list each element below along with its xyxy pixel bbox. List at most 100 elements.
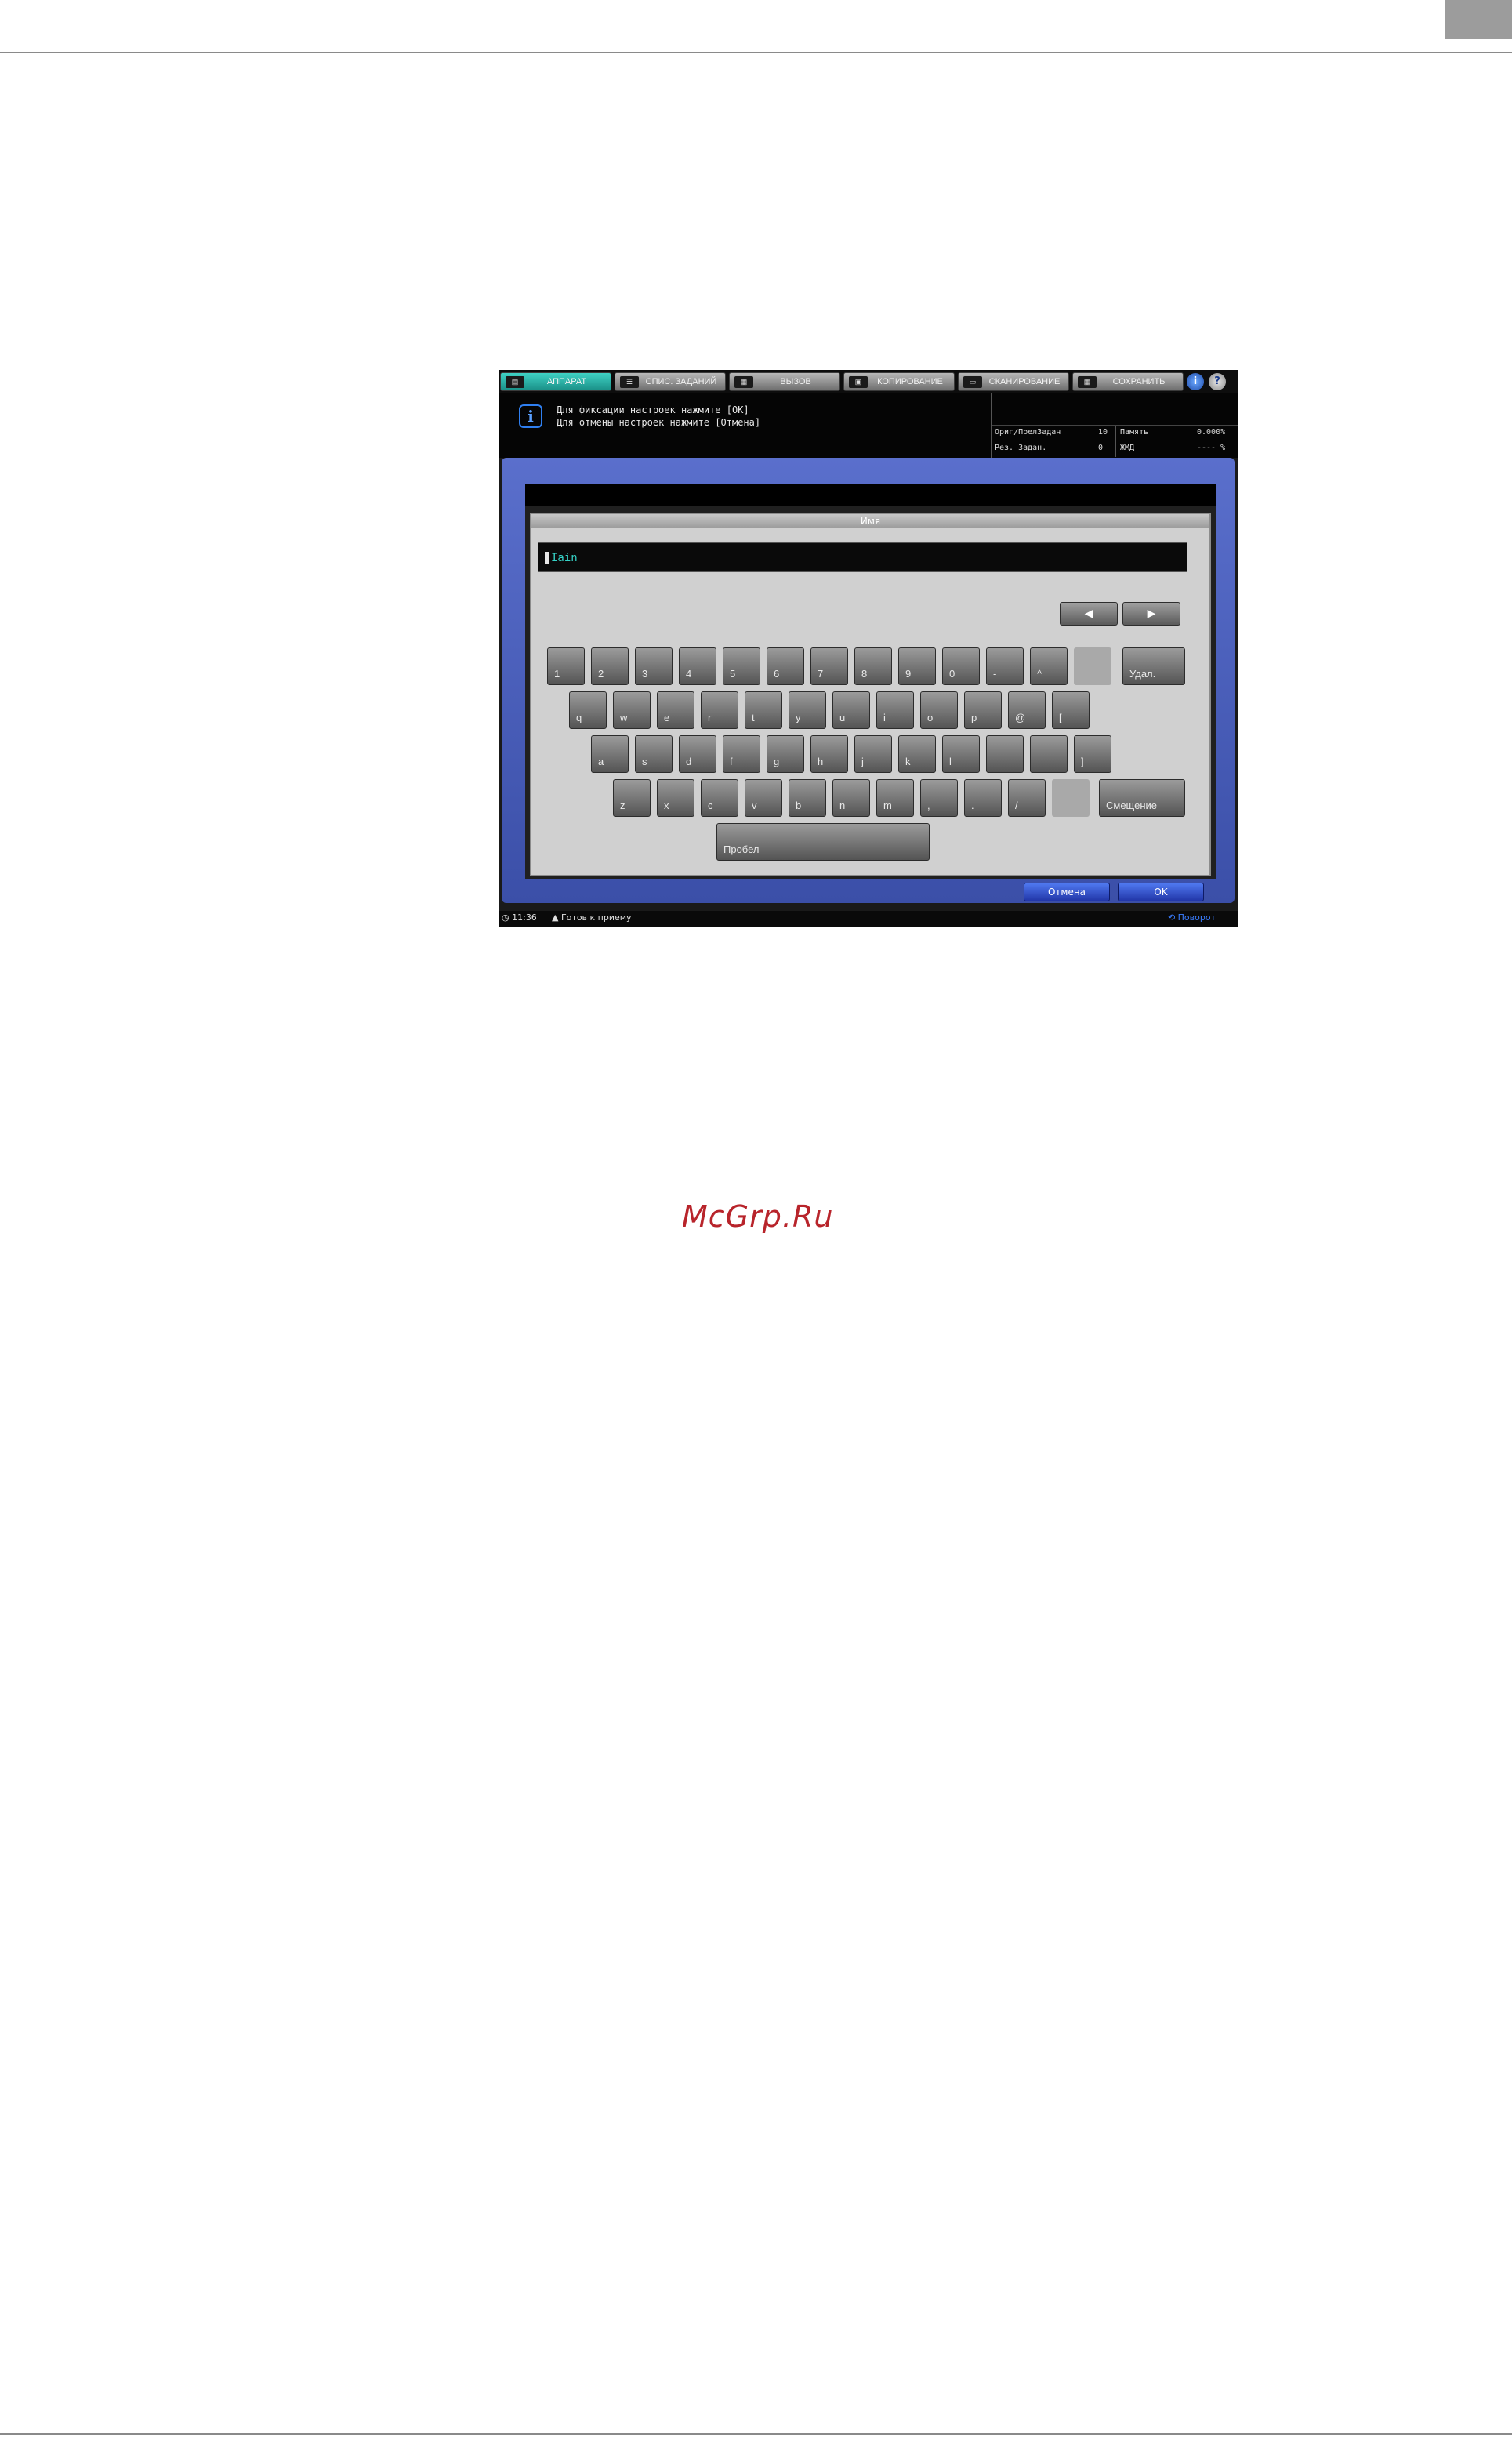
tab-job-list[interactable]: ☰ СПИС. ЗАДАНИЙ [615,372,726,391]
tab-label: СПИС. ЗАДАНИЙ [645,377,717,386]
tab-label: ВЫЗОВ [780,377,811,386]
key-d[interactable]: d [679,735,716,773]
copy-icon: ▣ [849,376,868,388]
key-label: j [861,756,864,767]
key-bracket-right[interactable]: ] [1074,735,1111,773]
key-bracket-left[interactable]: [ [1052,691,1090,729]
key-w[interactable]: w [613,691,651,729]
key-9[interactable]: 9 [898,647,936,685]
key-f[interactable]: f [723,735,760,773]
tab-machine[interactable]: ▤ АППАРАТ [500,372,611,391]
key-b[interactable]: b [789,779,826,817]
top-rule [0,52,1512,53]
space-key[interactable]: Пробел [716,823,930,861]
recall-icon: ▦ [734,376,753,388]
key-k[interactable]: k [898,735,936,773]
key-minus[interactable]: - [986,647,1024,685]
key-q[interactable]: q [569,691,607,729]
key-z[interactable]: z [613,779,651,817]
key-label: 4 [686,668,692,680]
key-unlabeled[interactable] [1030,735,1068,773]
message-panel: i Для фиксации настроек нажмите [OK] Для… [499,393,1238,458]
dialog-frame: Имя Iain ◀ ▶ 1 2 3 4 5 6 7 8 9 0 - ^ Уда… [502,458,1235,903]
key-v[interactable]: v [745,779,782,817]
key-e[interactable]: e [657,691,694,729]
key-period[interactable]: . [964,779,1002,817]
key-s[interactable]: s [635,735,673,773]
dialog-title: Имя [531,514,1209,528]
tab-scan[interactable]: ▭ СКАНИРОВАНИЕ [958,372,1069,391]
device-screen: ▤ АППАРАТ ☰ СПИС. ЗАДАНИЙ ▦ ВЫЗОВ ▣ КОПИ… [499,370,1238,927]
key-label: 6 [774,668,780,680]
key-label: 2 [598,668,604,680]
status-row-1: Ориг/ПрелЗадан 10 Память 0.000% [992,425,1238,441]
cancel-button[interactable]: Отмена [1024,883,1110,901]
key-label: 0 [949,668,955,680]
key-at[interactable]: @ [1008,691,1046,729]
cursor-left-button[interactable]: ◀ [1060,602,1118,626]
name-entry-dialog: Имя Iain ◀ ▶ 1 2 3 4 5 6 7 8 9 0 - ^ Уда… [530,513,1211,876]
key-label: e [664,712,670,723]
key-caret[interactable]: ^ [1030,647,1068,685]
tab-copy[interactable]: ▣ КОПИРОВАНИЕ [843,372,955,391]
tab-recall[interactable]: ▦ ВЫЗОВ [729,372,840,391]
key-t[interactable]: t [745,691,782,729]
key-x[interactable]: x [657,779,694,817]
key-0[interactable]: 0 [942,647,980,685]
key-blank [1074,647,1111,685]
key-p[interactable]: p [964,691,1002,729]
key-m[interactable]: m [876,779,914,817]
ok-button[interactable]: OK [1118,883,1204,901]
key-8[interactable]: 8 [854,647,892,685]
hdd-value: ---- % [1197,444,1226,452]
cursor-right-button[interactable]: ▶ [1122,602,1180,626]
name-input[interactable]: Iain [538,542,1187,572]
key-i[interactable]: i [876,691,914,729]
key-j[interactable]: j [854,735,892,773]
key-4[interactable]: 4 [679,647,716,685]
key-7[interactable]: 7 [810,647,848,685]
key-u[interactable]: u [832,691,870,729]
help-icon: ? [1214,375,1220,387]
key-comma[interactable]: , [920,779,958,817]
key-unlabeled[interactable] [986,735,1024,773]
scan-icon: ▭ [963,376,982,388]
info-icon: i [519,404,542,428]
shift-key[interactable]: Смещение [1099,779,1185,817]
name-input-value: Iain [551,552,578,564]
key-label: Пробел [723,843,760,855]
key-label: 8 [861,668,868,680]
key-label: s [642,756,647,767]
rotate-button[interactable]: ⟲ Поворот [1168,912,1216,923]
clock-time: 11:36 [512,912,537,923]
delete-key[interactable]: Удал. [1122,647,1185,685]
key-c[interactable]: c [701,779,738,817]
dialog-titlebar [525,484,1216,506]
key-slash[interactable]: / [1008,779,1046,817]
key-label: p [971,712,977,723]
key-label: l [949,756,952,767]
tab-store[interactable]: ▦ СОХРАНИТЬ [1072,372,1184,391]
key-a[interactable]: a [591,735,629,773]
help-button[interactable]: ? [1209,373,1226,390]
key-5[interactable]: 5 [723,647,760,685]
tab-label: СКАНИРОВАНИЕ [988,377,1061,386]
key-l[interactable]: l [942,735,980,773]
key-6[interactable]: 6 [767,647,804,685]
machine-icon: ▤ [506,376,524,388]
info-button[interactable]: i [1187,373,1204,390]
key-y[interactable]: y [789,691,826,729]
key-3[interactable]: 3 [635,647,673,685]
store-icon: ▦ [1078,376,1097,388]
key-o[interactable]: o [920,691,958,729]
reserved-label: Рез. Задан. [995,444,1047,452]
dialog-frame-inner: Имя Iain ◀ ▶ 1 2 3 4 5 6 7 8 9 0 - ^ Уда… [525,484,1216,879]
key-1[interactable]: 1 [547,647,585,685]
key-r[interactable]: r [701,691,738,729]
key-2[interactable]: 2 [591,647,629,685]
key-h[interactable]: h [810,735,848,773]
bottom-rule [0,2433,1512,2435]
key-label: q [576,712,582,723]
key-n[interactable]: n [832,779,870,817]
key-g[interactable]: g [767,735,804,773]
